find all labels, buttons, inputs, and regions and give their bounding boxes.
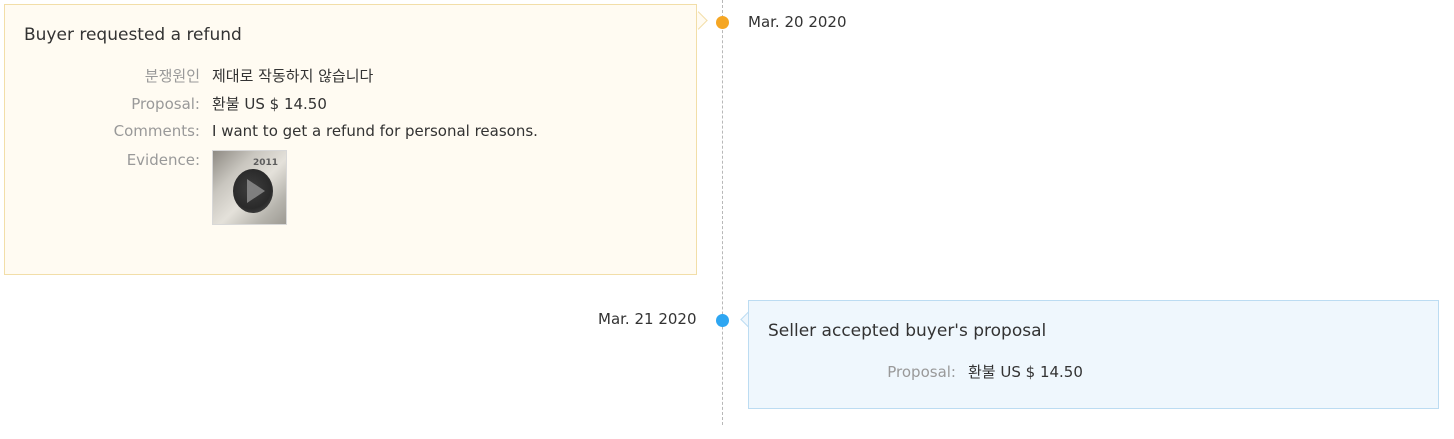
timeline-dot-blue: [716, 314, 729, 327]
row-label: Proposal:: [887, 363, 956, 381]
card-title: Seller accepted buyer's proposal: [768, 321, 1047, 341]
detail-row-proposal: Proposal: 환불 US $ 14.50: [0, 94, 327, 114]
detail-row-reason: 분쟁원인 제대로 작동하지 않습니다: [0, 66, 374, 86]
row-value: 환불 US $ 14.50: [968, 363, 1083, 381]
timeline-line: [722, 0, 723, 425]
detail-row-proposal: Proposal: 환불 US $ 14.50: [749, 362, 1083, 382]
detail-row-comments: Comments: I want to get a refund for per…: [0, 121, 538, 141]
row-value: 환불 US $ 14.50: [212, 95, 327, 113]
detail-row-evidence: Evidence: 2011: [0, 150, 287, 225]
seller-accepted-card: Seller accepted buyer's proposal Proposa…: [748, 300, 1439, 409]
row-label: Comments:: [113, 122, 200, 140]
evidence-video-thumbnail[interactable]: 2011: [212, 150, 287, 225]
row-value: I want to get a refund for personal reas…: [212, 122, 538, 140]
play-icon[interactable]: [247, 179, 265, 203]
row-label: Proposal:: [131, 95, 200, 113]
timeline-dot-orange: [716, 16, 729, 29]
event-date: Mar. 20 2020: [748, 13, 847, 31]
dispute-timeline: Mar. 20 2020 Buyer requested a refund 분쟁…: [0, 0, 1454, 439]
refund-request-card: Buyer requested a refund 분쟁원인 제대로 작동하지 않…: [4, 4, 697, 275]
row-value: 제대로 작동하지 않습니다: [212, 67, 374, 85]
card-title: Buyer requested a refund: [24, 25, 242, 45]
row-label: Evidence:: [126, 151, 200, 169]
event-date: Mar. 21 2020: [598, 310, 697, 328]
row-label: 분쟁원인: [144, 67, 200, 85]
